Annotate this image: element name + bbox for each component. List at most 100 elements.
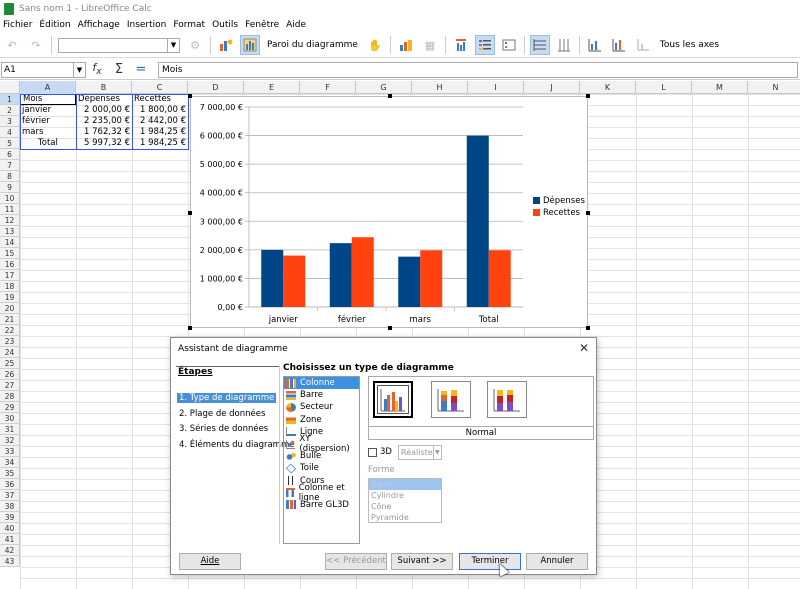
menu-help[interactable]: Aide (286, 20, 306, 30)
type-pie[interactable]: Secteur (284, 401, 359, 413)
row-header[interactable]: 29 (0, 402, 20, 413)
embedded-chart[interactable]: 0,00 € 1 000,00 € 2 000,00 € 3 000,00 € 4 00… (188, 94, 590, 330)
row-header[interactable]: 35 (0, 468, 20, 479)
row-header[interactable]: 4 (0, 127, 20, 138)
row-header[interactable]: 8 (0, 171, 20, 182)
shape-list[interactable]: Barre Cylindre Cône Pyramide (368, 478, 442, 523)
resize-handle[interactable] (388, 326, 392, 330)
chevron-down-icon[interactable]: ▼ (73, 62, 85, 77)
y-axis-icon[interactable] (609, 35, 629, 55)
next-button[interactable]: Suivant >> (391, 553, 453, 570)
row-header[interactable]: 28 (0, 391, 20, 402)
row-header[interactable]: 23 (0, 336, 20, 347)
menu-file[interactable]: Fichier (3, 20, 32, 30)
menu-format[interactable]: Format (173, 20, 205, 30)
chart-element-select[interactable]: ▼ (58, 37, 180, 53)
row-header[interactable]: 20 (0, 303, 20, 314)
row-header[interactable]: 40 (0, 523, 20, 534)
shape-option[interactable]: Pyramide (369, 512, 441, 523)
legend-toggle-icon[interactable] (474, 35, 495, 55)
row-header[interactable]: 14 (0, 237, 20, 248)
row-header[interactable]: 42 (0, 545, 20, 556)
column-header[interactable]: D (188, 81, 244, 94)
row-header[interactable]: 13 (0, 226, 20, 237)
variant-normal[interactable] (373, 381, 413, 418)
column-header[interactable]: B (76, 81, 132, 94)
type-area[interactable]: Zone (284, 414, 359, 426)
sum-icon[interactable]: Σ (108, 62, 130, 77)
row-header[interactable]: 38 (0, 501, 20, 512)
chart-wall-icon[interactable] (240, 35, 260, 55)
menu-window[interactable]: Fenêtre (245, 20, 279, 30)
row-header[interactable]: 34 (0, 457, 20, 468)
row-header[interactable]: 27 (0, 380, 20, 391)
row-header[interactable]: 16 (0, 259, 20, 270)
row-header[interactable]: 18 (0, 281, 20, 292)
row-header[interactable]: 15 (0, 248, 20, 259)
chart-type-icon[interactable] (216, 35, 236, 55)
column-header[interactable]: L (636, 81, 692, 94)
row-header[interactable]: 2 (0, 105, 20, 116)
row-header[interactable]: 33 (0, 446, 20, 457)
row-header[interactable]: 26 (0, 369, 20, 380)
row-header[interactable]: 17 (0, 270, 20, 281)
chevron-down-icon[interactable]: ▼ (432, 446, 441, 459)
undo-icon[interactable]: ↶ (2, 35, 22, 55)
type-bar[interactable]: Barre (284, 389, 359, 401)
column-header[interactable]: I (468, 81, 524, 94)
shape-option[interactable]: Cylindre (369, 490, 441, 501)
column-header[interactable]: J (524, 81, 580, 94)
chart-canvas[interactable]: 0,00 € 1 000,00 € 2 000,00 € 3 000,00 € 4 00… (191, 97, 589, 329)
redo-icon[interactable]: ↷ (26, 35, 46, 55)
type-net[interactable]: Toile (284, 462, 359, 474)
row-header[interactable]: 19 (0, 292, 20, 303)
row-header[interactable]: 10 (0, 193, 20, 204)
chevron-down-icon[interactable]: ▼ (167, 38, 179, 52)
horizontal-grid-icon[interactable] (529, 35, 550, 55)
format-selection-icon[interactable]: ⚙ (185, 35, 205, 55)
column-header[interactable]: M (692, 81, 748, 94)
menu-edit[interactable]: Édition (39, 20, 70, 30)
type-column-line[interactable]: Colonne et ligne (284, 483, 359, 503)
row-header[interactable]: 7 (0, 160, 20, 171)
type-gl3d-bar[interactable]: Barre GL3D (284, 499, 359, 511)
finish-button[interactable]: Terminer (459, 553, 521, 570)
row-header[interactable]: 12 (0, 215, 20, 226)
menu-insert[interactable]: Insertion (127, 20, 167, 30)
column-header[interactable]: H (412, 81, 468, 94)
row-header[interactable]: 43 (0, 556, 20, 567)
menu-tools[interactable]: Outils (212, 20, 238, 30)
step-data-range[interactable]: 2. Plage de données (177, 409, 267, 419)
row-header[interactable]: 22 (0, 325, 20, 336)
resize-handle[interactable] (188, 211, 192, 215)
resize-handle[interactable] (388, 94, 392, 98)
type-xy-scatter[interactable]: XY (dispersion) (284, 434, 359, 454)
row-header[interactable]: 25 (0, 358, 20, 369)
formula-input[interactable]: Mois (158, 61, 798, 78)
menu-view[interactable]: Affichage (78, 20, 120, 30)
shape-option[interactable]: Barre (369, 479, 441, 490)
corner-select-all[interactable] (0, 81, 20, 94)
row-header[interactable]: 31 (0, 424, 20, 435)
resize-handle[interactable] (586, 211, 590, 215)
column-header[interactable]: N (748, 81, 800, 94)
chart-type-list[interactable]: Colonne Barre Secteur Zone Ligne XY (dis… (283, 376, 360, 544)
chart-data-table-icon[interactable] (396, 35, 416, 55)
variant-stacked[interactable] (431, 381, 471, 418)
row-header[interactable]: 3 (0, 116, 20, 127)
title-icon[interactable] (451, 35, 471, 55)
vertical-grid-icon[interactable] (554, 35, 574, 55)
help-button[interactable]: Aide (179, 553, 241, 570)
column-header[interactable]: E (244, 81, 300, 94)
look-select[interactable]: Réaliste ▼ (398, 445, 442, 460)
name-box-value[interactable]: A1 (4, 65, 16, 75)
close-icon[interactable]: ✕ (579, 341, 589, 355)
resize-handle[interactable] (586, 326, 590, 330)
row-header[interactable]: 1 (0, 94, 20, 105)
x-axis-icon[interactable] (585, 35, 605, 55)
cancel-button[interactable]: Annuler (526, 553, 588, 570)
checkbox-box[interactable] (368, 447, 377, 457)
resize-handle[interactable] (188, 94, 192, 98)
row-header[interactable]: 21 (0, 314, 20, 325)
three-d-checkbox[interactable]: 3D (368, 447, 392, 457)
